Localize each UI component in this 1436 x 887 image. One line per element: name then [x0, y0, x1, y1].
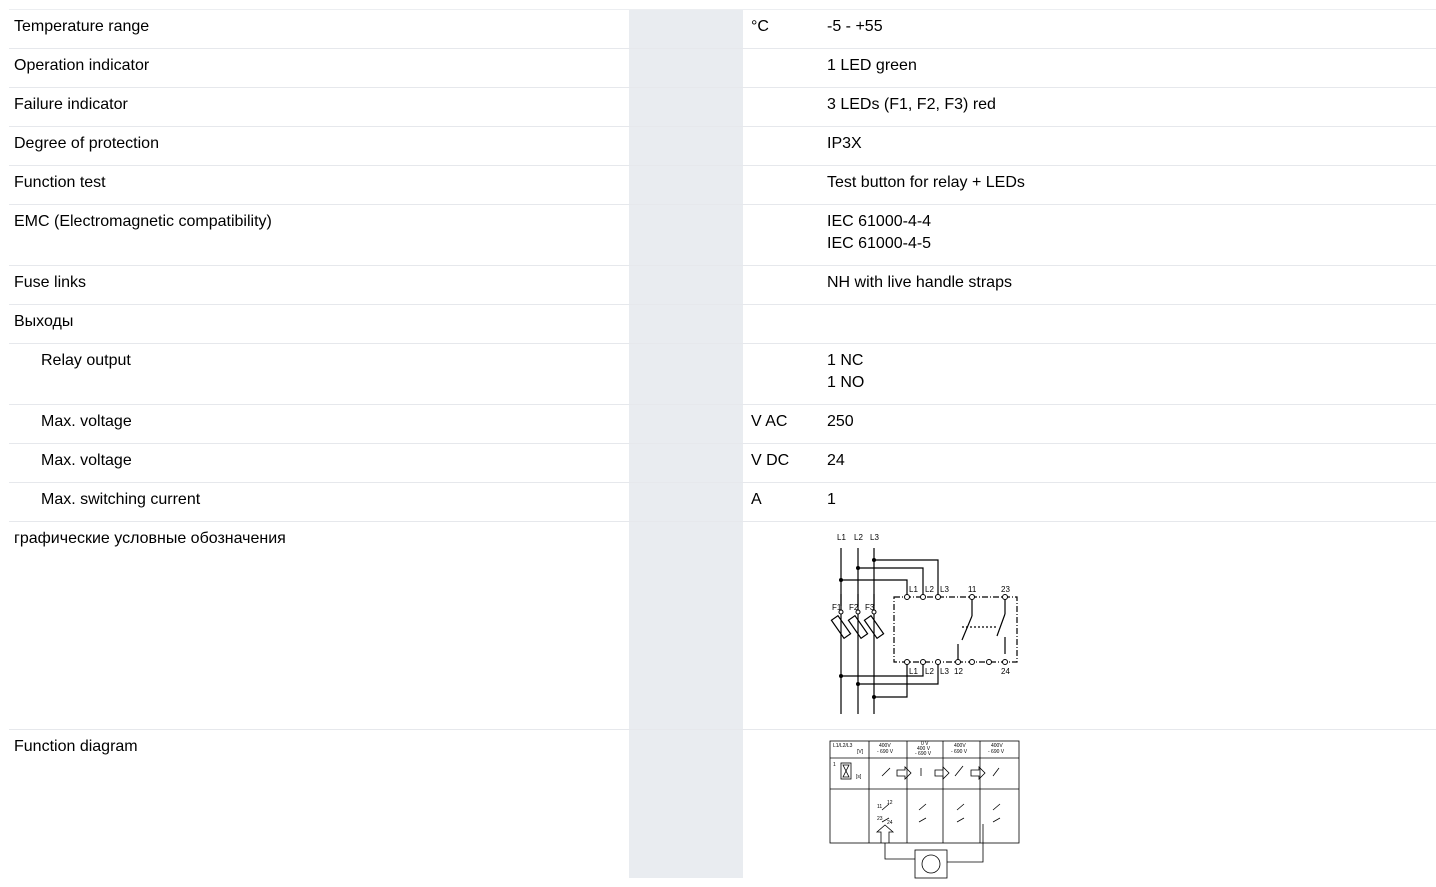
circuit-label: F2: [849, 603, 859, 612]
row-value: Test button for relay + LEDs: [827, 166, 1436, 194]
row-value: 1 LED green: [827, 49, 1436, 77]
circuit-label: F1: [832, 603, 842, 612]
circuit-label: L3: [940, 585, 949, 594]
circuit-label: L1: [837, 533, 846, 542]
table-row: Fuse links NH with live handle straps: [9, 266, 1436, 305]
circuit-label: 12: [954, 667, 963, 676]
row-value: NH with live handle straps: [827, 266, 1436, 294]
table-row: Max. voltage V AC 250: [9, 405, 1436, 444]
row-label: Degree of protection: [14, 127, 634, 155]
fd-header: L1/L2/L3: [833, 743, 853, 749]
circuit-label: L1: [909, 585, 918, 594]
fd-header: [V]: [857, 749, 864, 755]
circuit-label: F3: [865, 603, 875, 612]
spec-table: Temperature range °C -5 - +55 Operation …: [9, 9, 1436, 887]
fd-time-value: 1: [833, 762, 836, 768]
row-unit: [751, 88, 827, 94]
fd-header: - 690 V: [951, 749, 968, 755]
circuit-label: 23: [1001, 585, 1010, 594]
circuit-symbol-diagram: L1 L2 L3 F1 F2 F3 L1 L2 L3 11 23 L1 L2 L…: [827, 524, 1027, 724]
row-label: Failure indicator: [14, 88, 634, 116]
row-label: EMC (Electromagnetic compatibility): [14, 205, 634, 233]
row-value-line: IEC 61000-4-4: [827, 211, 1436, 233]
circuit-label: L3: [870, 533, 879, 542]
row-unit: [751, 166, 827, 172]
row-value: 24: [827, 444, 1436, 472]
circuit-label: L2: [854, 533, 863, 542]
row-label: Operation indicator: [14, 49, 634, 77]
fd-header: - 690 V: [877, 749, 894, 755]
row-unit: °C: [751, 10, 827, 38]
row-unit: V DC: [751, 444, 827, 472]
fd-contact: 23: [877, 816, 883, 822]
circuit-label: L2: [925, 585, 934, 594]
fd-contact: 11: [877, 804, 882, 810]
row-label: Fuse links: [14, 266, 634, 294]
function-diagram: L1/L2/L3 [V] 400V - 690 V 0 V 400 V - 69…: [827, 732, 1027, 882]
row-label: графические условные обозначения: [14, 522, 634, 550]
row-unit: A: [751, 483, 827, 511]
row-value-line: 1 NO: [827, 372, 1436, 394]
row-value-line: IEC 61000-4-5: [827, 233, 1436, 255]
row-unit: [751, 205, 827, 211]
row-unit: [751, 266, 827, 272]
table-row: Function test Test button for relay + LE…: [9, 166, 1436, 205]
circuit-label: L2: [925, 667, 934, 676]
table-row: Operation indicator 1 LED green: [9, 49, 1436, 88]
table-row: Temperature range °C -5 - +55: [9, 10, 1436, 49]
table-row: Failure indicator 3 LEDs (F1, F2, F3) re…: [9, 88, 1436, 127]
fd-contact: 12: [887, 800, 893, 806]
row-label: Relay output: [14, 344, 634, 372]
circuit-label: 11: [968, 585, 977, 594]
table-row: Выходы: [9, 305, 1436, 344]
row-label: Max. voltage: [14, 444, 634, 472]
fd-time-unit: [s]: [856, 774, 862, 780]
fd-contact: 24: [887, 820, 893, 826]
table-row: Max. switching current A 1: [9, 483, 1436, 522]
row-label: Выходы: [14, 305, 634, 333]
row-value: IP3X: [827, 127, 1436, 155]
circuit-label: L3: [940, 667, 949, 676]
row-value: 3 LEDs (F1, F2, F3) red: [827, 88, 1436, 116]
row-label: Function diagram: [14, 730, 634, 758]
table-row: Function diagram: [9, 730, 1436, 887]
row-value: 250: [827, 405, 1436, 433]
row-label: Temperature range: [14, 10, 634, 38]
row-value-line: 1 NC: [827, 350, 1436, 372]
row-unit: V AC: [751, 405, 827, 433]
table-row: графические условные обозначения: [9, 522, 1436, 730]
circuit-label: L1: [909, 667, 918, 676]
row-value: -5 - +55: [827, 10, 1436, 38]
row-label: Max. voltage: [14, 405, 634, 433]
table-row: Max. voltage V DC 24: [9, 444, 1436, 483]
row-unit: [751, 49, 827, 55]
table-row: Degree of protection IP3X: [9, 127, 1436, 166]
table-row: EMC (Electromagnetic compatibility) IEC …: [9, 205, 1436, 266]
row-label: Function test: [14, 166, 634, 194]
row-label: Max. switching current: [14, 483, 634, 511]
fd-header: - 690 V: [915, 751, 932, 757]
row-unit: [751, 344, 827, 350]
row-unit: [751, 127, 827, 133]
row-value: 1: [827, 483, 1436, 511]
fd-header: - 690 V: [988, 749, 1005, 755]
table-row: Relay output 1 NC 1 NO: [9, 344, 1436, 405]
circuit-label: 24: [1001, 667, 1010, 676]
